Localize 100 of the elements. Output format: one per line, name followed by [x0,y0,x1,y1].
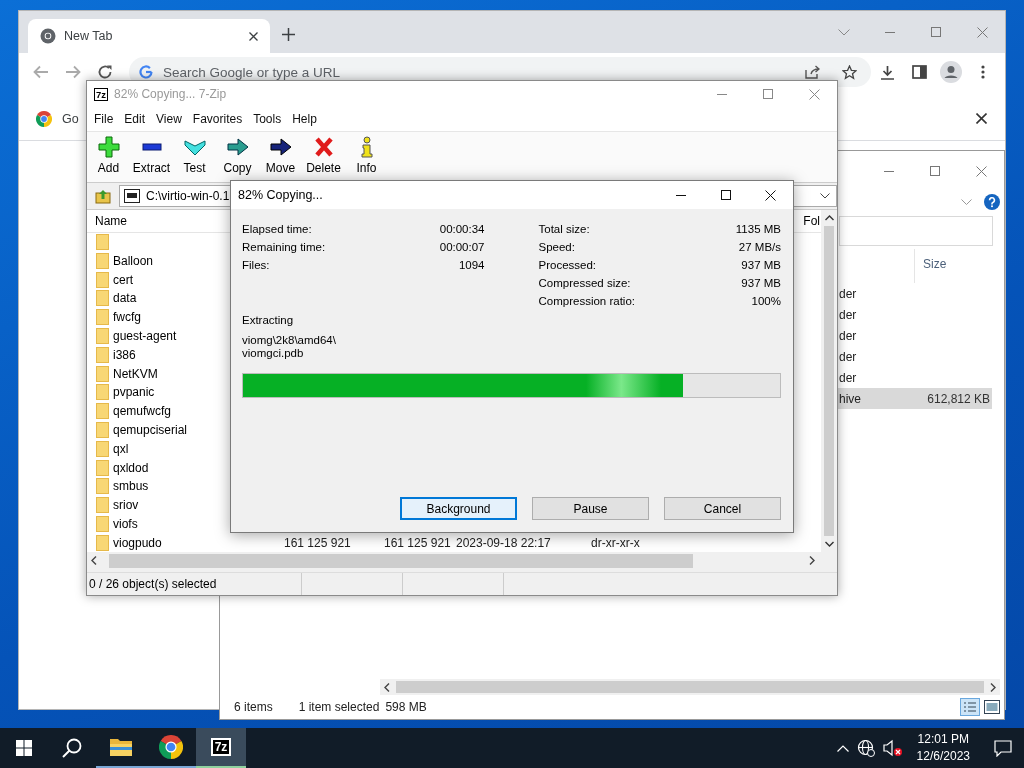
vertical-scrollbar[interactable] [821,210,837,552]
file-name[interactable]: qemufwcfg [113,404,172,419]
column-header[interactable]: Size [914,249,1004,283]
file-name[interactable]: qemupciserial [113,422,188,437]
search-icon[interactable] [62,738,82,758]
arrow-right-icon [269,136,292,158]
horizontal-scrollbar[interactable] [380,679,1000,695]
file-name[interactable]: Balloon [113,253,154,268]
toolbar-button[interactable]: Add [87,132,130,182]
toolbar-button[interactable]: Delete [302,132,345,182]
file-name[interactable]: smbus [113,479,149,494]
maximize-icon[interactable] [720,190,731,200]
browser-tab[interactable]: New Tab [28,19,270,53]
folder-icon [96,290,109,307]
column-header[interactable]: Fol [803,213,821,228]
menu-item[interactable]: Favorites [192,112,243,126]
help-icon[interactable] [984,194,1000,210]
stat-value: 100% [751,295,781,307]
notifications-icon[interactable] [994,739,1012,757]
browser-logo-icon [36,110,52,127]
speaker-icon[interactable] [882,739,903,757]
toolbar-button[interactable]: Info [345,132,388,182]
folder-icon [96,478,109,495]
reload-icon[interactable] [97,64,113,80]
dialog-button[interactable]: Cancel [664,497,781,520]
file-name[interactable]: guest-agent [113,329,177,344]
arrow-right-icon [226,136,249,158]
file-name[interactable]: cert [113,272,133,287]
column-header[interactable]: Name [95,213,127,228]
folder-up-icon[interactable] [95,188,111,204]
dialog-button[interactable]: Pause [532,497,649,520]
menu-item[interactable]: View [156,112,182,126]
file-name[interactable]: viogpudo [113,535,162,550]
file-name[interactable]: pvpanic [113,385,155,400]
globe-icon[interactable] [856,739,875,757]
chevron-up-icon[interactable] [836,744,849,752]
browser-logo-icon [159,735,183,759]
file-size: 612,812 KB [927,391,991,406]
folder-icon [96,365,109,382]
file-name[interactable]: qxldod [113,460,149,475]
profile-icon[interactable] [940,61,962,83]
menu-item[interactable]: File [94,112,114,126]
close-icon[interactable] [976,113,987,124]
scroll-up-icon[interactable] [824,215,834,221]
scroll-right-icon[interactable] [990,682,996,692]
file-type: hive [839,391,862,406]
taskbar-button[interactable]: 7z [196,728,246,768]
toolbar-button[interactable]: Move [259,132,302,182]
toolbar-button[interactable]: Test [173,132,216,182]
folder-icon [96,459,109,476]
chevron-down-icon[interactable] [820,193,830,199]
file-name[interactable]: sriov [113,498,139,513]
scroll-left-icon[interactable] [91,556,97,565]
stat-label: Compressed size: [538,277,631,289]
search-field[interactable] [839,216,993,246]
thumbnails-view-icon[interactable] [984,700,1000,714]
file-name[interactable]: i386 [113,347,136,362]
file-name[interactable]: qxl [113,441,129,456]
table-cell-text: 2023-09-18 22:17 [456,535,552,550]
address-input[interactable]: Search Google or type a URL [161,63,797,81]
operation-label: Extracting [242,313,294,328]
star-icon[interactable] [842,64,857,80]
scroll-down-icon[interactable] [824,541,834,547]
toolbar-button[interactable]: Copy [216,132,259,182]
share-icon[interactable] [805,65,820,79]
file-name[interactable]: fwcfg [113,310,141,325]
status-text: 0 / 26 object(s) selected [88,577,218,591]
stat-label: Total size: [538,223,590,235]
folder-icon [96,534,109,551]
folder-icon [109,737,133,757]
clock-time[interactable]: 12:01 PM [917,731,969,748]
stat-label: Remaining time: [242,241,326,253]
globe-tab-icon [40,28,56,44]
side-panel-icon[interactable] [911,65,927,79]
file-name[interactable]: data [113,291,137,306]
menu-item[interactable]: Edit [124,112,146,126]
dialog-title: 82% Copying... [238,188,324,202]
scroll-right-icon[interactable] [809,556,815,565]
new-tab-icon[interactable] [282,27,295,41]
g-letter-icon [139,65,153,79]
folder-icon [96,515,109,532]
close-icon[interactable] [249,31,258,41]
horizontal-scrollbar[interactable] [87,552,837,569]
folder-icon [96,346,109,363]
download-icon[interactable] [879,64,895,80]
close-icon[interactable] [765,189,776,201]
stat-value: 937 MB [741,277,781,289]
scroll-left-icon[interactable] [384,682,390,692]
shortcut-link[interactable]: Go [62,111,79,126]
menu-icon[interactable] [981,65,985,79]
file-name[interactable]: NetKVM [113,366,158,381]
menu-item[interactable]: Tools [253,112,282,126]
clock-date[interactable]: 12/6/2023 [916,748,970,765]
folder-icon [96,497,109,514]
start-icon[interactable] [16,740,32,756]
menu-item[interactable]: Help [292,112,317,126]
toolbar-button[interactable]: Extract [130,132,173,182]
stat-label: Elapsed time: [242,223,312,235]
file-name[interactable]: viofs [113,516,138,531]
dialog-button[interactable]: Background [400,497,517,520]
